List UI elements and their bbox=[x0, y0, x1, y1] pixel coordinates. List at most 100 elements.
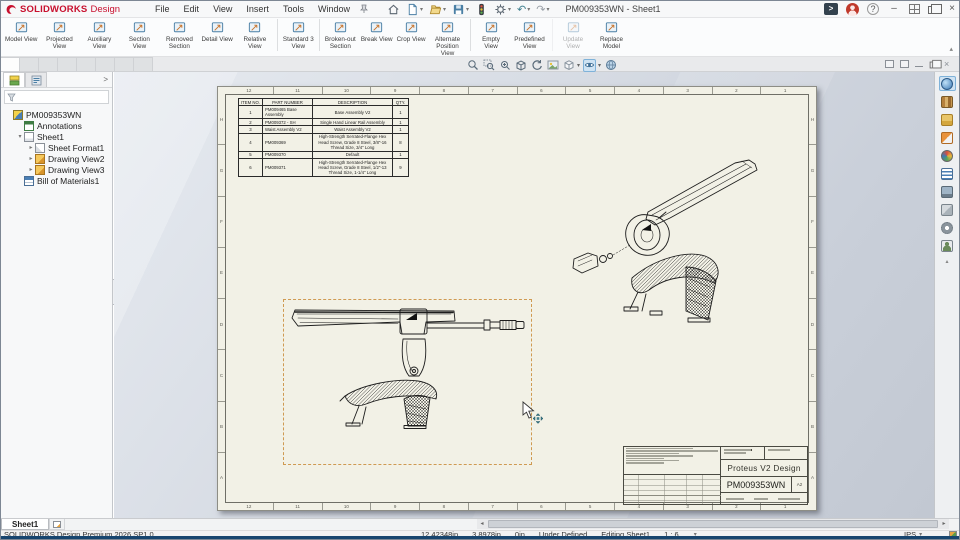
restore-button[interactable] bbox=[928, 6, 937, 14]
3d-content-tab[interactable] bbox=[939, 202, 956, 217]
caret-down-icon[interactable]: ▾ bbox=[466, 6, 469, 13]
zoom-fit-icon[interactable] bbox=[466, 59, 479, 72]
doc-window-icon[interactable] bbox=[900, 60, 909, 68]
caret-down-icon[interactable]: ▾ bbox=[546, 6, 549, 13]
view-palette-tab[interactable] bbox=[939, 130, 956, 145]
redo-button[interactable]: ↷ ▾ bbox=[534, 2, 551, 17]
ribbon-button[interactable]: Update View bbox=[552, 19, 592, 51]
design-library-tab[interactable] bbox=[939, 94, 956, 109]
command-tab[interactable] bbox=[114, 57, 134, 71]
ribbon-button[interactable]: Model View bbox=[3, 19, 39, 44]
ribbon-button[interactable]: Projected View bbox=[39, 19, 79, 51]
undo-button[interactable]: ↶ ▾ bbox=[515, 2, 532, 17]
view-orientation-icon[interactable] bbox=[514, 59, 527, 72]
scroll-right-icon[interactable]: ▸ bbox=[939, 519, 949, 529]
help-icon[interactable]: ? bbox=[867, 3, 879, 15]
pin-icon[interactable] bbox=[359, 4, 369, 14]
search-console-icon[interactable]: > bbox=[824, 3, 838, 15]
zoom-area-icon[interactable] bbox=[482, 59, 495, 72]
tree-item[interactable]: ▸ Drawing View3 bbox=[1, 164, 112, 175]
command-tab[interactable] bbox=[95, 57, 115, 71]
ribbon-button[interactable]: Broken-out Section bbox=[319, 19, 359, 51]
command-tab[interactable] bbox=[133, 57, 153, 71]
home-button[interactable] bbox=[385, 2, 402, 17]
command-tab[interactable] bbox=[57, 57, 77, 71]
settings-tab[interactable] bbox=[939, 220, 956, 235]
zoom-selection-icon[interactable] bbox=[498, 59, 511, 72]
tree-item[interactable]: ▸ Sheet Format1 bbox=[1, 142, 112, 153]
menu-item[interactable]: Tools bbox=[276, 1, 311, 18]
drawing-sheet[interactable]: 121110987654321 121110987654321 HGFEDCBA… bbox=[217, 86, 817, 511]
rebuild-button[interactable] bbox=[473, 2, 490, 17]
open-document-button[interactable]: ▾ bbox=[427, 2, 448, 17]
hide-show-items-icon[interactable] bbox=[583, 59, 596, 72]
command-tab[interactable] bbox=[76, 57, 96, 71]
menu-item[interactable]: View bbox=[206, 1, 239, 18]
options-button[interactable]: ▾ bbox=[492, 2, 513, 17]
doc-close-button[interactable]: × bbox=[944, 60, 949, 69]
ribbon-button[interactable]: Relative View bbox=[235, 19, 275, 51]
tree-expander-icon[interactable]: ▸ bbox=[27, 166, 35, 173]
scroll-left-icon[interactable]: ◂ bbox=[477, 519, 487, 529]
menu-item[interactable]: Edit bbox=[177, 1, 207, 18]
ribbon-collapse-icon[interactable]: ▴ bbox=[949, 45, 953, 53]
doc-minimize-button[interactable] bbox=[915, 66, 923, 67]
command-tab[interactable] bbox=[38, 57, 58, 71]
tree-item[interactable]: ▸ Drawing View2 bbox=[1, 153, 112, 164]
ribbon-button[interactable]: Removed Section bbox=[159, 19, 199, 51]
tree-item[interactable]: ▾ Sheet1 bbox=[1, 131, 112, 142]
tree-root[interactable]: PM009353WN bbox=[1, 109, 112, 120]
ribbon-button[interactable]: Break View bbox=[359, 19, 395, 44]
property-manager-tab[interactable] bbox=[25, 72, 47, 87]
horizontal-scrollbar[interactable]: ◂ ▸ bbox=[477, 519, 949, 529]
command-tab[interactable] bbox=[19, 57, 39, 71]
layout-grid-icon[interactable] bbox=[909, 4, 920, 14]
apply-scene-icon[interactable] bbox=[546, 59, 559, 72]
caret-down-icon[interactable]: ▾ bbox=[508, 6, 511, 13]
ribbon-button[interactable]: Alternate Position View bbox=[428, 19, 468, 59]
new-document-button[interactable]: ▾ bbox=[404, 2, 425, 17]
save-button[interactable]: ▾ bbox=[450, 2, 471, 17]
ribbon-button[interactable]: Predefined View bbox=[510, 19, 550, 51]
menu-item[interactable]: File bbox=[148, 1, 177, 18]
share-tab[interactable] bbox=[939, 238, 956, 253]
command-tab[interactable] bbox=[0, 57, 20, 71]
tree-expander-icon[interactable]: ▸ bbox=[27, 155, 35, 162]
sheet-tab-active[interactable]: Sheet1 bbox=[1, 519, 49, 530]
taskpane-collapse-icon[interactable]: ▴ bbox=[945, 258, 948, 265]
caret-down-icon[interactable]: ▾ bbox=[527, 6, 530, 13]
file-explorer-tab[interactable] bbox=[939, 112, 956, 127]
display-style-icon[interactable] bbox=[562, 59, 575, 72]
appearances-tab[interactable] bbox=[939, 148, 956, 163]
tree-item[interactable]: Bill of Materials1 bbox=[1, 175, 112, 186]
tree-expander-icon[interactable]: ▸ bbox=[27, 144, 35, 151]
tree-expander-icon[interactable]: ▾ bbox=[16, 133, 24, 140]
ribbon-button[interactable]: Empty View bbox=[470, 19, 510, 51]
caret-down-icon[interactable]: ▾ bbox=[598, 62, 601, 69]
tree-filter-input[interactable] bbox=[4, 90, 109, 104]
caret-down-icon[interactable]: ▾ bbox=[577, 62, 580, 69]
scrollbar-thumb[interactable] bbox=[488, 520, 938, 528]
resources-tab[interactable] bbox=[939, 76, 956, 91]
add-sheet-button[interactable] bbox=[49, 519, 65, 530]
caret-down-icon[interactable]: ▾ bbox=[443, 6, 446, 13]
featuremanager-tree-tab[interactable] bbox=[3, 72, 25, 87]
menu-item[interactable]: Insert bbox=[239, 1, 276, 18]
doc-window-icon[interactable] bbox=[885, 60, 894, 68]
view-settings-icon[interactable] bbox=[604, 59, 617, 72]
custom-properties-tab[interactable] bbox=[939, 166, 956, 181]
ribbon-button[interactable]: Standard 3 View bbox=[277, 19, 317, 51]
doc-restore-button[interactable] bbox=[930, 62, 938, 69]
ribbon-button[interactable]: Section View bbox=[119, 19, 159, 51]
forum-tab[interactable] bbox=[939, 184, 956, 199]
minimize-button[interactable]: – bbox=[887, 2, 901, 16]
ribbon-button[interactable]: Auxiliary View bbox=[79, 19, 119, 51]
panel-expand-icon[interactable]: > bbox=[103, 73, 108, 87]
menu-item[interactable]: Window bbox=[311, 1, 357, 18]
ribbon-button[interactable]: Detail View bbox=[199, 19, 234, 44]
ribbon-button[interactable]: Replace Model bbox=[592, 19, 632, 51]
caret-down-icon[interactable]: ▾ bbox=[420, 6, 423, 13]
ribbon-button[interactable]: Crop View bbox=[395, 19, 428, 44]
rotate-view-icon[interactable] bbox=[530, 59, 543, 72]
user-avatar[interactable] bbox=[846, 3, 859, 16]
